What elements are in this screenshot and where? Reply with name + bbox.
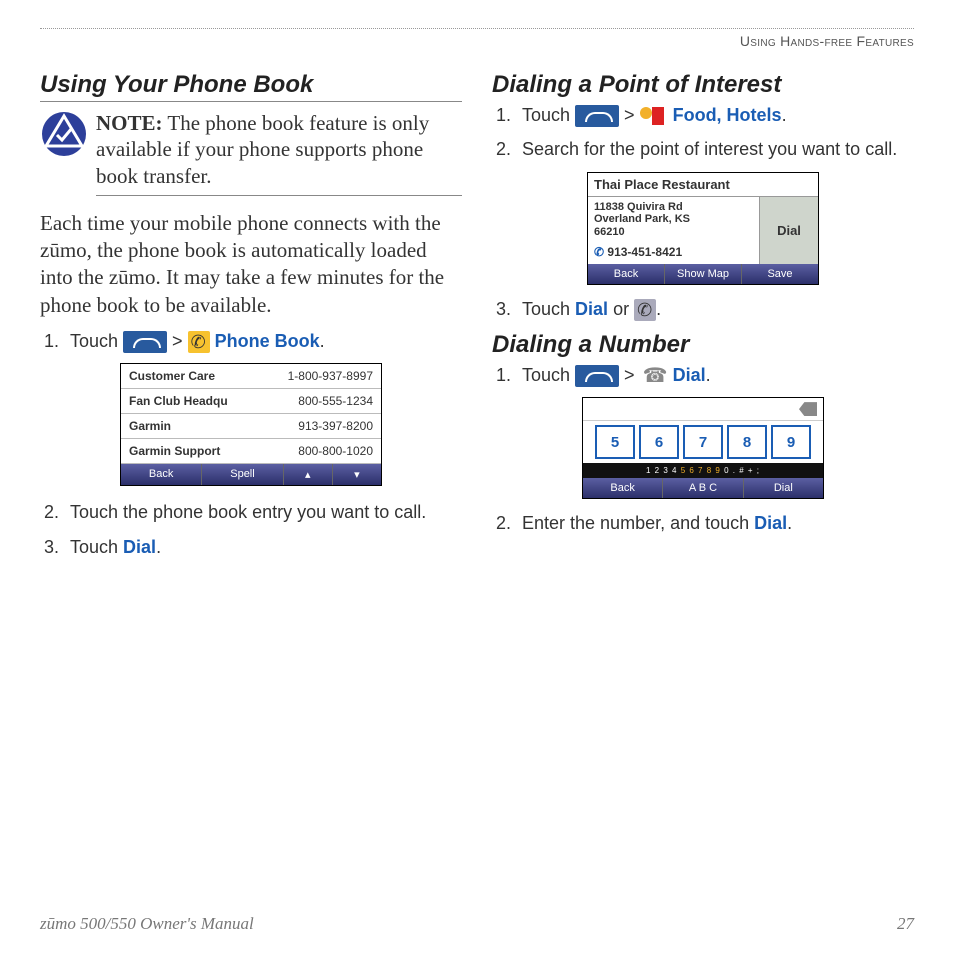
step-sep: >: [619, 105, 640, 125]
footer-manual-title: zūmo 500/550 Owner's Manual: [40, 914, 254, 934]
note-label: NOTE:: [96, 111, 163, 135]
pb-step-1: Touch > Phone Book.: [64, 329, 462, 353]
back-button: Back: [583, 478, 663, 498]
table-row: Garmin Support 800-800-1020: [121, 439, 381, 464]
table-row: Garmin 913-397-8200: [121, 414, 381, 439]
num-step-1: Touch > Dial.: [516, 363, 914, 387]
contact-number: 800-800-1020: [298, 444, 373, 458]
dial-link: Dial: [754, 513, 787, 533]
dial-scrollbar: 1 2 3 4 5 6 7 8 9 0 . # + ;: [583, 463, 823, 478]
strip-segment: 5 6 7 8 9: [681, 466, 721, 475]
poi-step-3: Touch Dial or .: [516, 297, 914, 321]
table-row: Fan Club Headqu 800-555-1234: [121, 389, 381, 414]
heading-poi: Dialing a Point of Interest: [492, 71, 914, 99]
note-text: NOTE: The phone book feature is only ava…: [96, 110, 462, 196]
key-7: 7: [683, 425, 723, 459]
intro-paragraph: Each time your mobile phone connects wit…: [40, 210, 462, 319]
contact-name: Garmin Support: [129, 444, 220, 458]
contact-number: 800-555-1234: [298, 394, 373, 408]
pb-step-3: Touch Dial.: [64, 535, 462, 559]
contact-number: 1-800-937-8997: [288, 369, 373, 383]
pb-step-2: Touch the phone book entry you want to c…: [64, 500, 462, 524]
show-map-button: Show Map: [665, 264, 742, 284]
poi-title: Thai Place Restaurant: [588, 173, 818, 197]
food-hotels-link: Food, Hotels: [673, 105, 782, 125]
addr-line: 11838 Quivira Rd: [594, 201, 683, 213]
phonebook-icon: [188, 331, 210, 353]
down-arrow-icon: ▾: [333, 464, 381, 485]
phone-icon: [575, 105, 619, 127]
phone-book-link: Phone Book: [215, 331, 320, 351]
strip-segment: 0 . # + ;: [724, 466, 760, 475]
key-6: 6: [639, 425, 679, 459]
poi-address: 11838 Quivira Rd Overland Park, KS 66210: [588, 197, 759, 243]
step-text: Touch: [70, 537, 123, 557]
contact-number: 913-397-8200: [298, 419, 373, 433]
key-5: 5: [595, 425, 635, 459]
step-sep: >: [167, 331, 188, 351]
back-button: Back: [588, 264, 665, 284]
page-number: 27: [897, 914, 914, 934]
dial-link: Dial: [575, 299, 608, 319]
key-9: 9: [771, 425, 811, 459]
step-text: Touch: [522, 365, 575, 385]
dial-link: Dial: [123, 537, 156, 557]
dialpad-screenshot: 5 6 7 8 9 1 2 3 4 5 6 7 8 9 0 . # + ; Ba…: [582, 397, 824, 499]
step-text: Touch: [522, 299, 575, 319]
poi-step-2: Search for the point of interest you wan…: [516, 137, 914, 161]
backspace-icon: [799, 402, 817, 416]
save-button: Save: [742, 264, 818, 284]
strip-segment: 1 2 3 4: [646, 466, 677, 475]
contact-name: Customer Care: [129, 369, 215, 383]
dial-button: Dial: [759, 197, 818, 264]
dialpad-icon: [640, 365, 668, 387]
heading-dial-number: Dialing a Number: [492, 331, 914, 359]
addr-line: Overland Park, KS: [594, 213, 690, 225]
table-row: Customer Care 1-800-937-8997: [121, 364, 381, 389]
poi-screenshot: Thai Place Restaurant 11838 Quivira Rd O…: [587, 172, 819, 285]
header-rule: [40, 28, 914, 29]
contact-name: Fan Club Headqu: [129, 394, 228, 408]
food-hotels-icon: [640, 105, 668, 127]
key-8: 8: [727, 425, 767, 459]
step-sep: >: [619, 365, 640, 385]
poi-phone: 913-451-8421: [588, 243, 759, 264]
dial-display: [583, 398, 823, 421]
num-step-2: Enter the number, and touch Dial.: [516, 511, 914, 535]
step-text: Touch: [522, 105, 575, 125]
contact-name: Garmin: [129, 419, 171, 433]
dial-link: Dial: [673, 365, 706, 385]
phonebook-screenshot: Customer Care 1-800-937-8997 Fan Club He…: [120, 363, 382, 486]
back-button: Back: [121, 464, 202, 485]
step-text: Enter the number, and touch: [522, 513, 754, 533]
poi-step-1: Touch > Food, Hotels.: [516, 103, 914, 127]
dial-button: Dial: [744, 478, 823, 498]
page-header: Using Hands-free Features: [40, 33, 914, 49]
step-text: Touch: [70, 331, 123, 351]
left-column: Using Your Phone Book NOTE: The phone bo…: [40, 67, 462, 569]
call-icon: [634, 299, 656, 321]
phone-icon: [123, 331, 167, 353]
phone-icon: [575, 365, 619, 387]
step-sep: or: [608, 299, 634, 319]
right-column: Dialing a Point of Interest Touch > Food…: [492, 67, 914, 569]
spell-button: Spell: [202, 464, 283, 485]
note-icon: [40, 110, 88, 158]
up-arrow-icon: ▴: [284, 464, 333, 485]
addr-line: 66210: [594, 226, 625, 238]
abc-button: A B C: [663, 478, 743, 498]
heading-phone-book: Using Your Phone Book: [40, 71, 462, 102]
